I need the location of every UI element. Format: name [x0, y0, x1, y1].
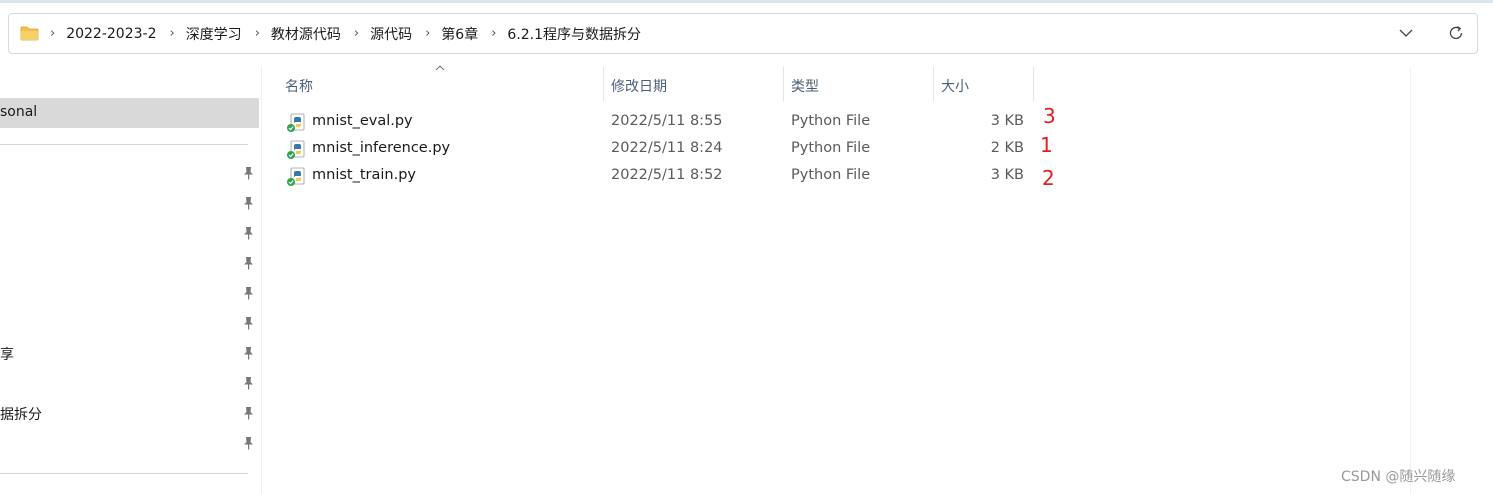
breadcrumb: › 2022-2023-2 › 深度学习 › 教材源代码 › 源代码 › 第6章… — [47, 14, 651, 53]
pin-icon[interactable] — [242, 436, 255, 450]
file-modified: 2022/5/11 8:52 — [611, 167, 723, 183]
file-row[interactable]: mnist_eval.py 2022/5/11 8:55 Python File… — [282, 109, 1042, 135]
breadcrumb-separator[interactable]: › — [425, 26, 430, 41]
file-size: 3 KB — [990, 167, 1024, 183]
column-divider[interactable] — [933, 67, 934, 101]
sidebar-item-selected[interactable]: sonal — [0, 98, 259, 128]
python-file-icon — [287, 113, 305, 132]
chevron-down-icon[interactable] — [1398, 25, 1414, 41]
breadcrumb-item[interactable]: 第6章 — [441, 24, 478, 44]
breadcrumb-item[interactable]: 深度学习 — [186, 24, 242, 44]
pin-icon[interactable] — [242, 286, 255, 300]
breadcrumb-separator[interactable]: › — [354, 26, 359, 41]
sidebar-divider — [0, 473, 248, 474]
breadcrumb-item[interactable]: 教材源代码 — [271, 24, 341, 44]
file-name[interactable]: mnist_eval.py — [312, 113, 413, 129]
pin-icon[interactable] — [242, 166, 255, 180]
file-row[interactable]: mnist_train.py 2022/5/11 8:52 Python Fil… — [282, 163, 1042, 189]
sort-ascending-icon — [435, 65, 445, 71]
folder-icon — [20, 26, 39, 41]
pin-icon[interactable] — [242, 196, 255, 210]
sidebar-item-label[interactable]: 享 — [0, 344, 14, 364]
pane-separator[interactable] — [261, 66, 262, 494]
file-name[interactable]: mnist_inference.py — [312, 140, 450, 156]
file-modified: 2022/5/11 8:55 — [611, 113, 723, 129]
column-divider[interactable] — [1033, 67, 1034, 101]
pin-icon[interactable] — [242, 376, 255, 390]
sidebar-divider — [0, 144, 248, 145]
refresh-icon[interactable] — [1447, 24, 1465, 42]
breadcrumb-separator[interactable]: › — [491, 26, 496, 41]
navigation-pane: sonal 享 据拆分 — [0, 66, 262, 494]
window-top-border — [0, 0, 1493, 3]
breadcrumb-separator[interactable]: › — [169, 26, 174, 41]
annotation-number: 2 — [1042, 166, 1055, 190]
file-modified: 2022/5/11 8:24 — [611, 140, 723, 156]
file-row[interactable]: mnist_inference.py 2022/5/11 8:24 Python… — [282, 136, 1042, 162]
annotation-number: 1 — [1040, 133, 1053, 157]
pin-icon[interactable] — [242, 406, 255, 420]
file-size: 2 KB — [990, 140, 1024, 156]
watermark: CSDN @随兴随缘 — [1341, 469, 1456, 485]
pin-icon[interactable] — [242, 316, 255, 330]
column-header-modified[interactable]: 修改日期 — [611, 76, 667, 96]
breadcrumb-separator[interactable]: › — [255, 26, 260, 41]
annotation-number: 3 — [1043, 104, 1056, 128]
breadcrumb-separator[interactable]: › — [50, 26, 55, 41]
column-header-size[interactable]: 大小 — [941, 76, 969, 96]
breadcrumb-item[interactable]: 2022-2023-2 — [66, 26, 156, 42]
python-file-icon — [287, 167, 305, 186]
breadcrumb-item[interactable]: 源代码 — [370, 24, 412, 44]
column-header-type[interactable]: 类型 — [791, 76, 819, 96]
address-bar[interactable]: › 2022-2023-2 › 深度学习 › 教材源代码 › 源代码 › 第6章… — [8, 13, 1478, 54]
file-name[interactable]: mnist_train.py — [312, 167, 416, 183]
file-type: Python File — [791, 113, 871, 129]
column-header-name[interactable]: 名称 — [285, 76, 313, 96]
pin-icon[interactable] — [242, 256, 255, 270]
column-divider[interactable] — [783, 67, 784, 101]
pin-icon[interactable] — [242, 346, 255, 360]
breadcrumb-item-current[interactable]: 6.2.1程序与数据拆分 — [507, 24, 641, 44]
python-file-icon — [287, 140, 305, 159]
pin-icon[interactable] — [242, 226, 255, 240]
sidebar-item-label: sonal — [0, 104, 38, 120]
file-type: Python File — [791, 167, 871, 183]
file-type: Python File — [791, 140, 871, 156]
pane-edge — [1410, 67, 1411, 494]
sidebar-item-label[interactable]: 据拆分 — [0, 404, 42, 424]
column-divider[interactable] — [603, 67, 604, 101]
file-size: 3 KB — [990, 113, 1024, 129]
